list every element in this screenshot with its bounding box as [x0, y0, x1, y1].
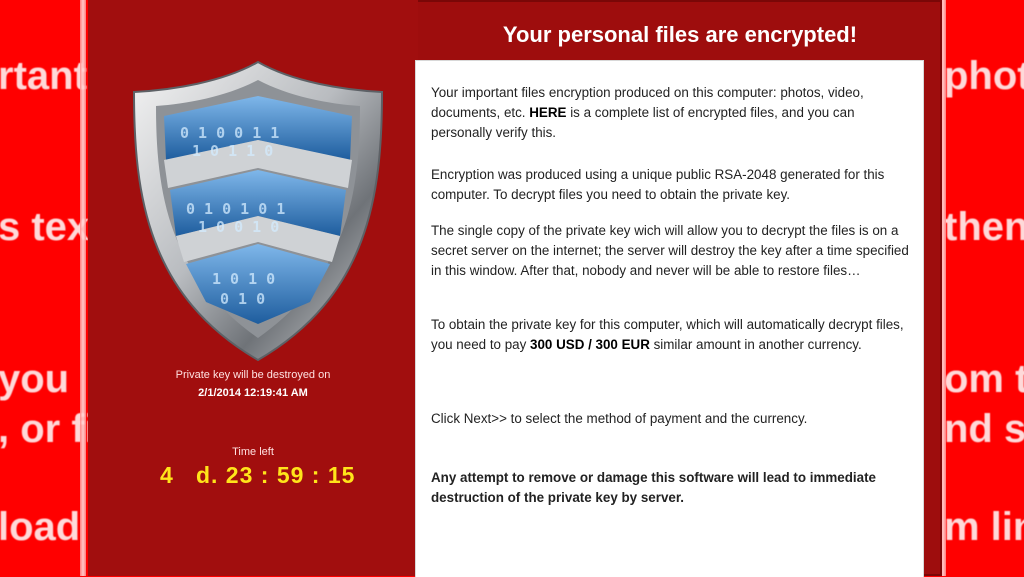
svg-text:1 0 1 1 0: 1 0 1 1 0	[192, 142, 273, 160]
file-list-link[interactable]: HERE	[529, 105, 566, 120]
key-destroyed-date: 2/1/2014 12:19:41 AM	[198, 387, 308, 399]
paragraph-payment: To obtain the private key for this compu…	[431, 315, 913, 355]
bg-fragment: m lin	[944, 505, 1024, 549]
paragraph-private-key: The single copy of the private key wich …	[431, 223, 909, 278]
ransom-amount: 300 USD / 300 EUR	[530, 337, 650, 352]
bg-fragment: load	[0, 505, 81, 549]
left-panel: 0 1 0 0 1 1 1 0 1 1 0 0 1 0 1 0 1 1 0 0 …	[88, 0, 418, 576]
bg-fragment: nd st	[944, 407, 1024, 451]
binary-shield-icon: 0 1 0 0 1 1 1 0 1 1 0 0 1 0 1 0 1 1 0 0 …	[128, 56, 388, 366]
paragraph-encryption: Encryption was produced using a unique p…	[431, 167, 885, 202]
svg-text:0 1 0: 0 1 0	[220, 290, 265, 308]
svg-text:0 1 0 0 1 1: 0 1 0 0 1 1	[180, 124, 279, 142]
key-destroyed-label: Private key will be destroyed on	[175, 369, 331, 381]
message-panel: Your important files encryption produced…	[415, 60, 924, 577]
warning-text: Any attempt to remove or damage this sof…	[431, 470, 876, 505]
paragraph-next-instruction: Click Next>> to select the method of pay…	[431, 411, 808, 426]
time-left-label: Time left	[232, 446, 274, 458]
svg-text:1 0 0 1 0: 1 0 0 1 0	[198, 218, 279, 236]
svg-text:1 0 1 0: 1 0 1 0	[212, 270, 275, 288]
window-edge-left	[80, 0, 86, 576]
bg-fragment: phot	[944, 54, 1024, 98]
bg-fragment: om th	[944, 357, 1024, 401]
ransom-window: 0 1 0 0 1 1 1 0 1 1 0 0 1 0 1 0 1 1 0 0 …	[88, 0, 942, 577]
bg-fragment: rtant	[0, 54, 87, 98]
bg-fragment: you	[0, 357, 70, 401]
bg-fragment: then	[944, 205, 1024, 249]
text: similar amount in another currency.	[649, 337, 862, 352]
window-title: Your personal files are encrypted!	[502, 22, 858, 47]
paragraph-file-list: Your important files encryption produced…	[431, 83, 913, 143]
svg-text:0 1 0 1 0 1: 0 1 0 1 0 1	[186, 200, 285, 218]
countdown-timer: 4 d. 23 : 59 : 15	[160, 462, 356, 488]
